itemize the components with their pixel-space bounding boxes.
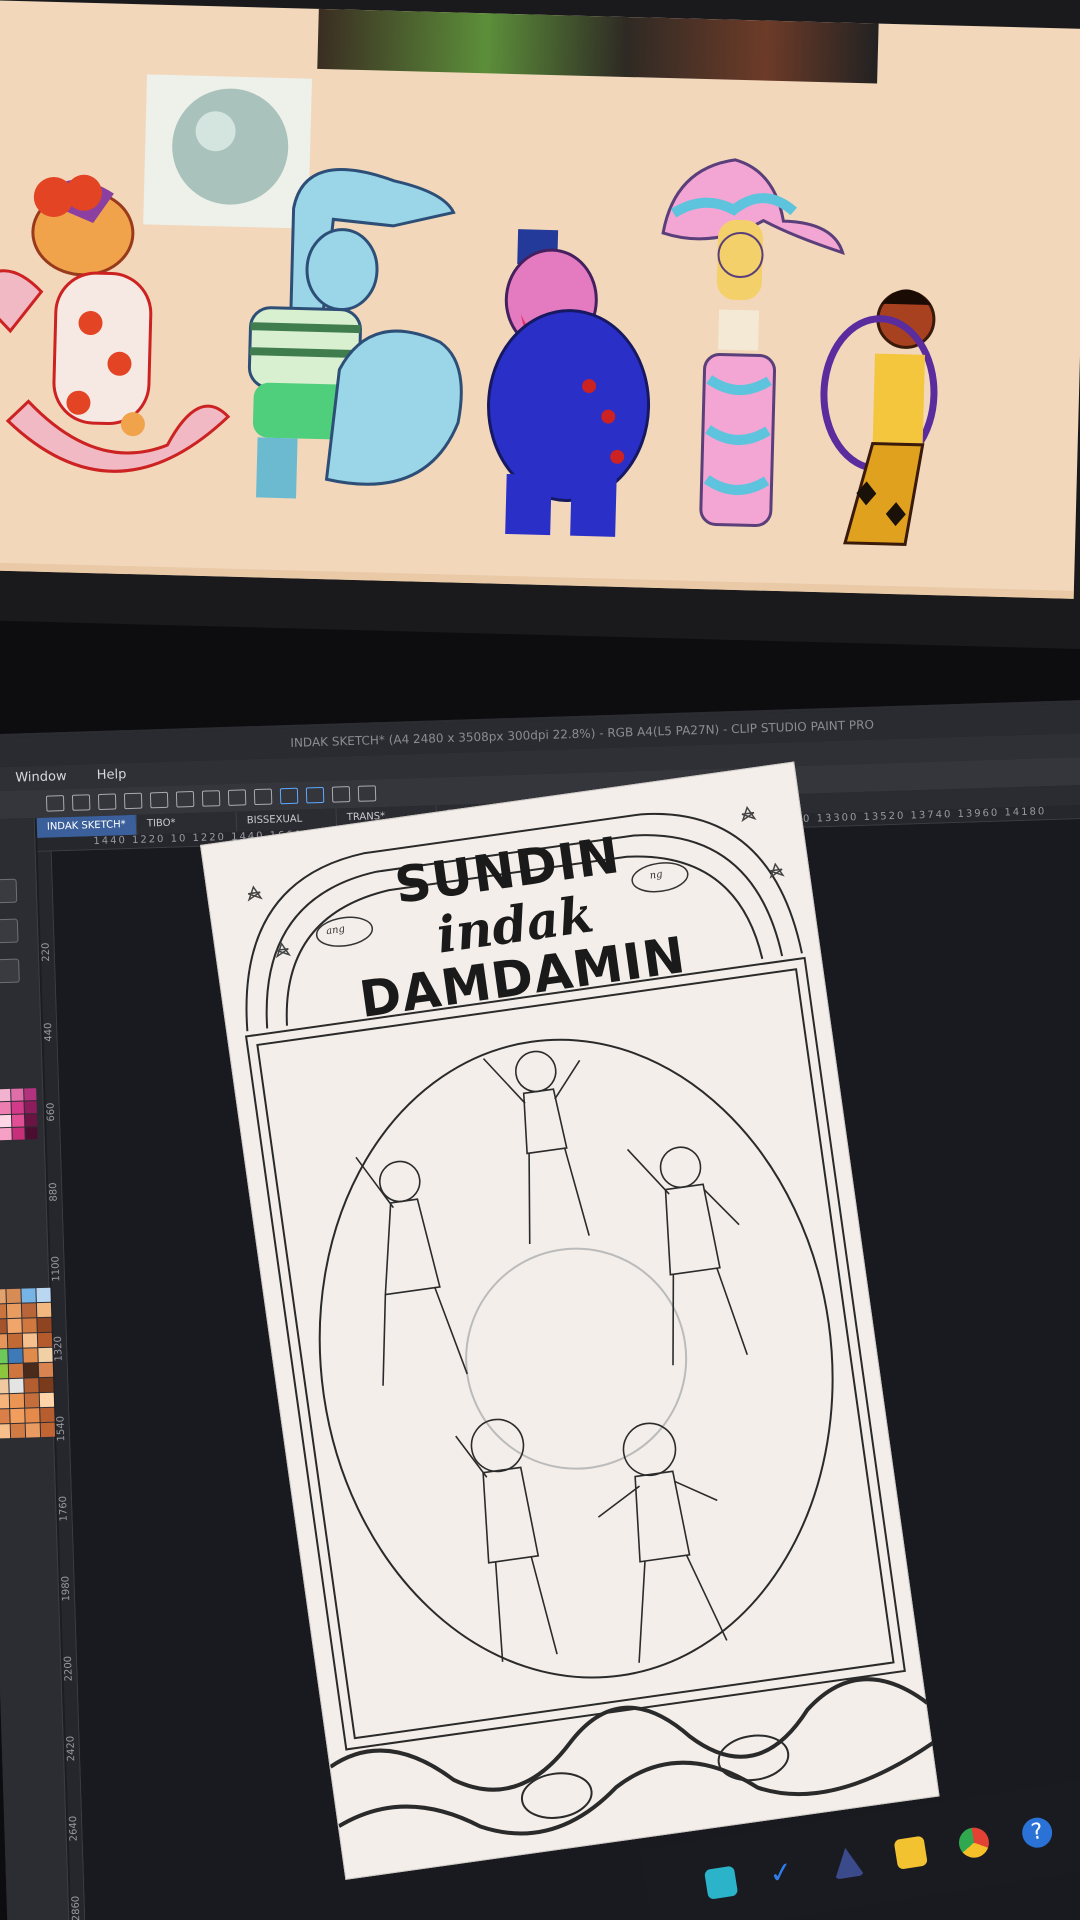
character-hula-dancer (820, 289, 938, 546)
ruler-tick: 2640 (68, 1815, 80, 1842)
folder-icon[interactable] (893, 1835, 928, 1870)
figure-bottom-right (597, 1422, 728, 1663)
tool-subtool-button[interactable] (0, 918, 19, 944)
figure-bottom-left (455, 1418, 558, 1662)
snap-special-ruler-icon[interactable] (305, 786, 325, 804)
tool-property-button[interactable] (0, 878, 18, 904)
layer-icon[interactable] (331, 786, 351, 803)
snap-ruler-icon[interactable] (279, 787, 299, 805)
select-icon[interactable] (253, 788, 273, 806)
ruler-tick: 1540 (55, 1415, 68, 1442)
ruler-tick: 220 (40, 942, 53, 962)
save-icon[interactable] (97, 793, 117, 811)
ruler-tick: 1100 (50, 1255, 63, 1282)
character-mushroom-hat (661, 158, 845, 527)
ruler-tick: 2200 (62, 1655, 75, 1682)
figure-left (355, 1156, 468, 1386)
menu-window[interactable]: Window (15, 769, 67, 786)
help-icon[interactable] (357, 785, 377, 802)
chrome-icon[interactable] (956, 1825, 992, 1860)
undo-icon[interactable] (123, 792, 143, 810)
transform-icon[interactable] (227, 789, 247, 806)
small-color-set[interactable] (0, 1088, 38, 1141)
illustration-screen (0, 0, 1080, 599)
ruler-tick: 2420 (65, 1735, 78, 1762)
ruler-tick: 660 (45, 1102, 58, 1122)
ruler-tick: 880 (48, 1182, 60, 1202)
upper-monitor (0, 0, 1080, 650)
redo-icon[interactable] (149, 791, 169, 809)
ruler-tick: 1980 (60, 1575, 73, 1602)
menu-help[interactable]: Help (97, 767, 127, 783)
open-folder-icon[interactable] (71, 794, 91, 811)
figure-right (626, 1146, 749, 1366)
app-icon[interactable] (703, 1865, 739, 1900)
color-set-palette[interactable] (0, 1287, 56, 1439)
character-illustration (0, 74, 938, 546)
check-icon[interactable]: ✓ (767, 1855, 801, 1891)
figure-top-center (482, 1050, 590, 1244)
help-icon[interactable]: ? (1020, 1815, 1055, 1850)
tool-option-button[interactable] (0, 958, 20, 984)
settings-icon[interactable] (175, 790, 195, 808)
character-bearded-captain (487, 229, 651, 537)
new-file-icon[interactable] (45, 795, 65, 812)
vector-app-icon[interactable] (830, 1846, 864, 1880)
ruler-tick: 1760 (57, 1495, 70, 1522)
ruler-tick: 440 (43, 1022, 55, 1042)
ruler-tick: 1320 (52, 1335, 65, 1362)
fill-icon[interactable] (201, 790, 221, 807)
ruler-tick: 2860 (70, 1895, 83, 1920)
badge-right-text: ng (648, 868, 664, 882)
